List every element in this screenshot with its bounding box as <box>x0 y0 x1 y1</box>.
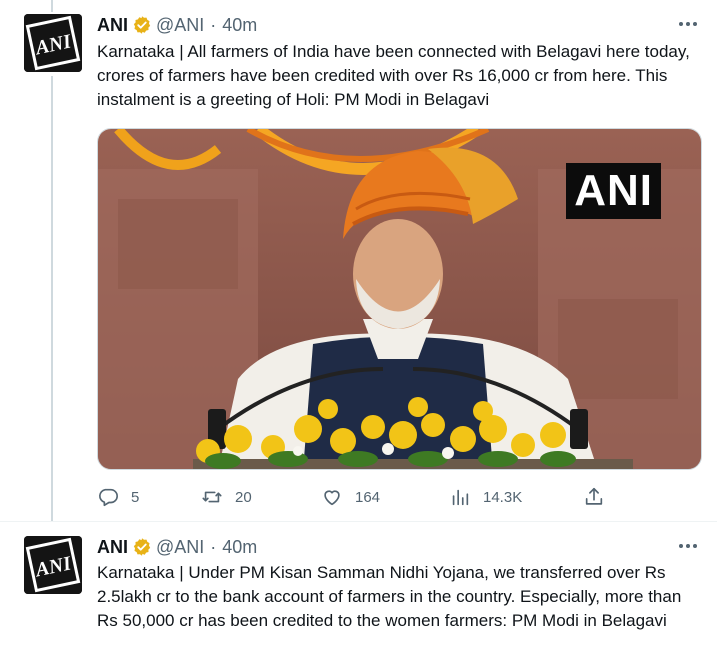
verified-badge-icon <box>132 537 152 557</box>
timestamp[interactable]: 40m <box>222 537 257 558</box>
tweet-1[interactable]: ANI ANI @ANI · 40m Karnataka | All farme… <box>0 0 717 522</box>
separator-dot: · <box>210 536 217 557</box>
timestamp[interactable]: 40m <box>222 15 257 36</box>
tweet-header: ANI @ANI · 40m <box>97 13 257 37</box>
like-button[interactable]: 164 <box>321 484 380 510</box>
separator-dot: · <box>210 14 217 35</box>
author-handle[interactable]: @ANI <box>156 537 204 558</box>
author-name[interactable]: ANI <box>97 15 128 36</box>
like-count: 164 <box>355 488 381 506</box>
thread-line <box>51 76 53 522</box>
reply-count: 5 <box>131 488 140 506</box>
views-button[interactable]: 14.3K <box>449 484 522 510</box>
share-button[interactable] <box>583 484 605 510</box>
tweet-2[interactable]: ANI ANI @ANI · 40m Karnataka | Under PM … <box>0 522 717 670</box>
verified-badge-icon <box>132 15 152 35</box>
share-icon <box>583 486 605 508</box>
tweet-text: Karnataka | Under PM Kisan Samman Nidhi … <box>97 563 682 630</box>
views-count: 14.3K <box>483 488 523 506</box>
author-name[interactable]: ANI <box>97 537 128 558</box>
more-options-icon[interactable] <box>675 14 701 34</box>
reply-button[interactable]: 5 <box>97 484 139 510</box>
avatar[interactable]: ANI <box>24 536 82 594</box>
tweet-media-image[interactable]: ANI <box>97 128 702 470</box>
tweet-header: ANI @ANI · 40m <box>97 535 257 559</box>
retweet-icon <box>201 486 223 508</box>
retweet-button[interactable]: 20 <box>201 484 252 510</box>
tweet-text: Karnataka | All farmers of India have be… <box>97 42 690 109</box>
retweet-count: 20 <box>235 488 252 506</box>
avatar[interactable]: ANI <box>24 14 82 72</box>
author-handle[interactable]: @ANI <box>156 15 204 36</box>
media-watermark: ANI <box>566 163 661 219</box>
tweet-actions: 5 20 164 14.3K <box>97 484 617 510</box>
heart-icon <box>321 486 343 508</box>
views-icon <box>449 486 471 508</box>
reply-icon <box>97 486 119 508</box>
more-options-icon[interactable] <box>675 536 701 556</box>
